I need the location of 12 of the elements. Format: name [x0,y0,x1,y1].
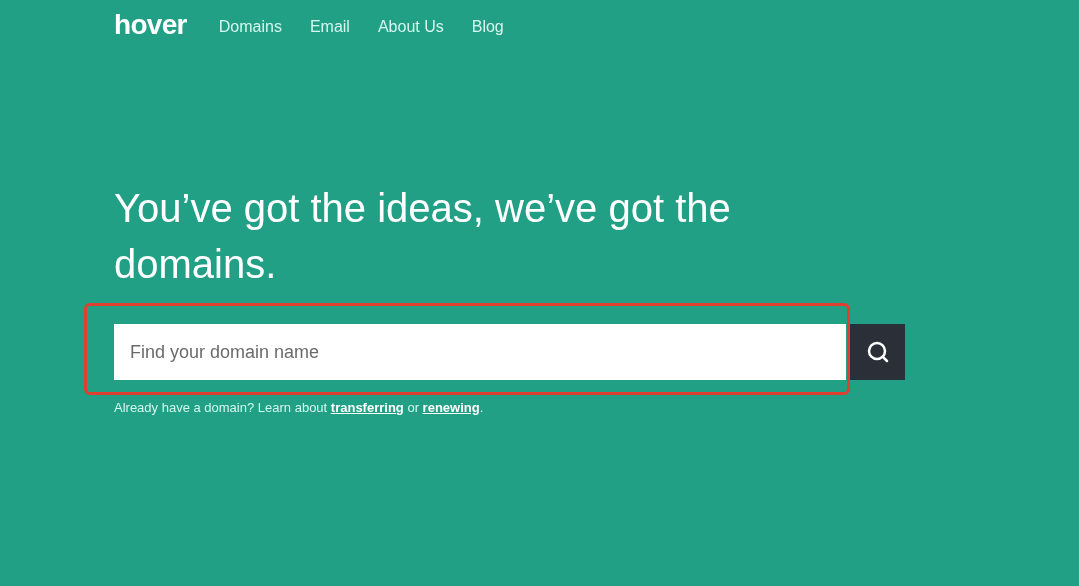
nav-link[interactable]: Blog [471,15,504,39]
helper-link[interactable]: renewing [422,400,480,415]
nav-link[interactable]: Domains [218,15,282,39]
nav-link[interactable]: Email [309,15,350,39]
hero-heading: You’ve got the ideas, we’ve got the domains. [114,185,732,288]
helper-link[interactable]: transferring [330,400,404,415]
search-field[interactable]: Find your domain name [114,324,846,380]
helper-text: Already have a domain? Learn about transferring or renewing. [114,399,485,417]
logo[interactable]: hover [114,11,187,43]
nav-link[interactable]: About Us [377,15,444,39]
search-button[interactable] [850,324,905,380]
search-icon [865,340,890,364]
